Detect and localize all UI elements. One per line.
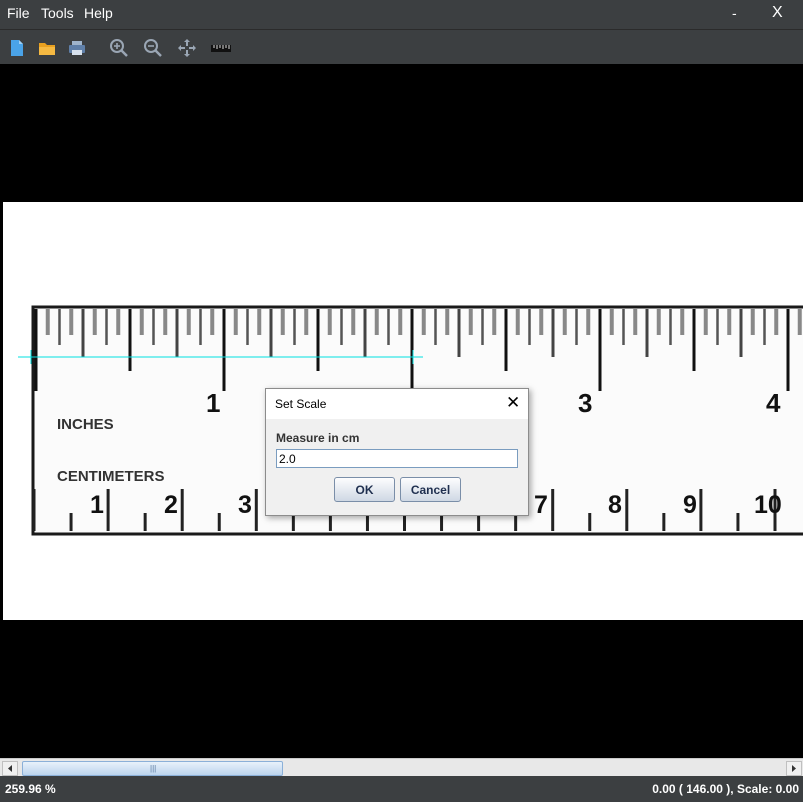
measure-label: Measure in cm xyxy=(276,431,360,445)
menu-tools[interactable]: Tools xyxy=(41,5,74,21)
zoom-in-icon[interactable] xyxy=(109,38,129,58)
inches-label: INCHES xyxy=(57,416,114,433)
scroll-right-button[interactable] xyxy=(786,761,802,776)
dialog-close-icon[interactable]: ✕ xyxy=(506,394,520,412)
cm-number-3: 3 xyxy=(238,491,252,519)
horizontal-scrollbar[interactable]: ||| xyxy=(0,758,803,776)
ok-button[interactable]: OK xyxy=(334,477,395,502)
zoom-level: 259.96 % xyxy=(5,782,56,796)
menu-bar: File Tools Help - X xyxy=(0,0,803,29)
scroll-left-button[interactable] xyxy=(2,761,18,776)
scroll-thumb[interactable]: ||| xyxy=(22,761,283,776)
toolbar xyxy=(0,29,803,65)
close-window-button[interactable]: X xyxy=(772,4,783,22)
cm-number-2: 2 xyxy=(164,491,178,519)
menu-help[interactable]: Help xyxy=(84,5,113,21)
zoom-out-icon[interactable] xyxy=(143,38,163,58)
cm-number-9: 9 xyxy=(683,491,697,519)
minimize-button[interactable]: - xyxy=(732,5,737,21)
inch-number-3: 3 xyxy=(578,388,592,418)
centimeters-label: CENTIMETERS xyxy=(57,468,165,485)
new-file-icon[interactable] xyxy=(8,38,28,58)
cm-number-10: 10 xyxy=(754,491,782,519)
cm-number-7: 7 xyxy=(534,491,548,519)
scroll-grip-icon: ||| xyxy=(150,764,157,773)
print-icon[interactable] xyxy=(67,38,87,58)
cm-number-1: 1 xyxy=(90,491,104,519)
coordinates-readout: 0.00 ( 146.00 ), Scale: 0.00 xyxy=(652,782,799,796)
cancel-button[interactable]: Cancel xyxy=(400,477,461,502)
cm-number-8: 8 xyxy=(608,491,622,519)
dialog-title: Set Scale xyxy=(275,397,327,411)
status-bar: 259.96 % 0.00 ( 146.00 ), Scale: 0.00 xyxy=(0,776,803,802)
measure-input[interactable] xyxy=(276,449,518,468)
set-scale-dialog: Set Scale ✕ Measure in cm OK Cancel xyxy=(265,388,529,516)
menu-file[interactable]: File xyxy=(7,5,30,21)
open-folder-icon[interactable] xyxy=(37,38,57,58)
inch-number-4: 4 xyxy=(766,388,781,418)
ruler-measure-icon[interactable] xyxy=(210,38,232,58)
pan-move-icon[interactable] xyxy=(177,38,197,58)
inch-number-1: 1 xyxy=(206,388,220,418)
dialog-titlebar[interactable]: Set Scale ✕ xyxy=(266,389,528,419)
